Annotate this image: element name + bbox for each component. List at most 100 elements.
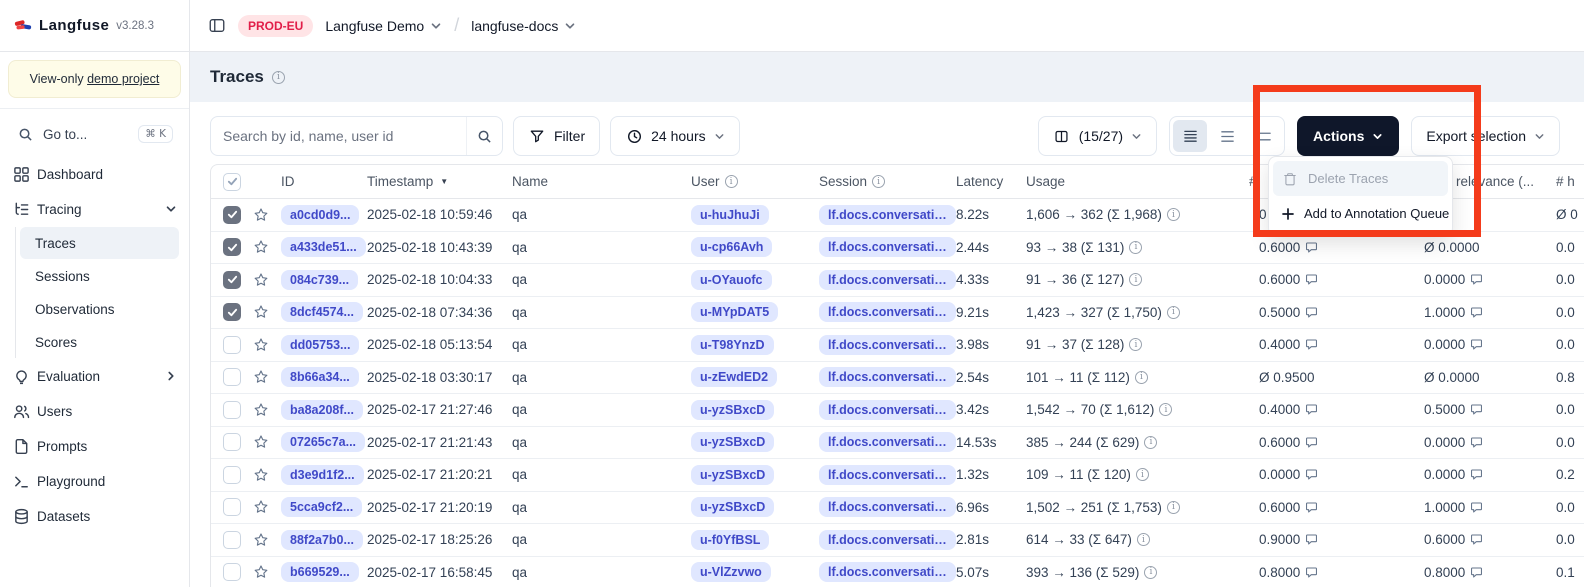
table-row[interactable]: 5cca9cf2...2025-02-17 21:20:19qau-yzSBxc… <box>211 492 1584 525</box>
star-icon[interactable] <box>253 239 269 255</box>
user-badge[interactable]: u-yzSBxcD <box>691 400 774 420</box>
star-icon[interactable] <box>253 467 269 483</box>
row-checkbox[interactable] <box>223 498 241 516</box>
star-icon[interactable] <box>253 207 269 223</box>
sidebar-item-traces[interactable]: Traces <box>20 227 179 259</box>
search-submit-icon[interactable] <box>466 117 502 155</box>
trace-id-badge[interactable]: 07265c7a... <box>281 432 365 452</box>
sidebar-item-sessions[interactable]: Sessions <box>20 260 179 292</box>
session-badge[interactable]: lf.docs.conversation... <box>819 302 956 322</box>
table-row[interactable]: 07265c7a...2025-02-17 21:21:43qau-yzSBxc… <box>211 427 1584 460</box>
star-icon[interactable] <box>253 369 269 385</box>
trace-id-badge[interactable]: b669529... <box>281 562 359 582</box>
trace-id-badge[interactable]: dd05753... <box>281 335 359 355</box>
user-badge[interactable]: u-yzSBxcD <box>691 432 774 452</box>
table-row[interactable]: d3e9d1f2...2025-02-17 21:20:21qau-yzSBxc… <box>211 459 1584 492</box>
column-header-id[interactable]: ID <box>281 174 367 189</box>
row-checkbox[interactable] <box>223 206 241 224</box>
row-checkbox[interactable] <box>223 466 241 484</box>
star-icon[interactable] <box>253 304 269 320</box>
table-row[interactable]: 8b66a34...2025-02-18 03:30:17qau-zEwdED2… <box>211 362 1584 395</box>
row-checkbox[interactable] <box>223 433 241 451</box>
row-height-small-button[interactable] <box>1173 120 1207 152</box>
row-checkbox[interactable] <box>223 238 241 256</box>
sidebar-item-evaluation[interactable]: Evaluation <box>10 359 179 393</box>
session-badge[interactable]: lf.docs.conversation... <box>819 335 956 355</box>
column-header-session[interactable]: Session i <box>819 174 956 189</box>
sidebar-item-scores[interactable]: Scores <box>20 326 179 358</box>
user-badge[interactable]: u-f0YfBSL <box>691 530 769 550</box>
session-badge[interactable]: lf.docs.conversation... <box>819 237 956 257</box>
column-header-score3[interactable]: # h <box>1550 174 1584 189</box>
select-all-checkbox[interactable] <box>223 173 241 191</box>
star-icon[interactable] <box>253 337 269 353</box>
user-badge[interactable]: u-MYpDAT5 <box>691 302 778 322</box>
column-header-timestamp[interactable]: Timestamp ▼ <box>367 174 512 189</box>
trace-id-badge[interactable]: 8dcf4574... <box>281 302 363 322</box>
sidebar-toggle-icon[interactable] <box>208 16 226 35</box>
table-row[interactable]: b669529...2025-02-17 16:58:45qau-VlZzvwo… <box>211 557 1584 587</box>
trace-id-badge[interactable]: 5cca9cf2... <box>281 497 362 517</box>
table-row[interactable]: ba8a208f...2025-02-17 21:27:46qau-yzSBxc… <box>211 394 1584 427</box>
filter-button[interactable]: Filter <box>513 116 600 156</box>
menu-item-delete-traces[interactable]: Delete Traces <box>1273 161 1448 196</box>
trace-id-badge[interactable]: ba8a208f... <box>281 400 363 420</box>
search-input[interactable] <box>211 128 466 144</box>
sidebar-item-playground[interactable]: Playground <box>10 464 179 498</box>
user-badge[interactable]: u-yzSBxcD <box>691 465 774 485</box>
breadcrumb-project[interactable]: langfuse-docs <box>471 18 576 34</box>
row-checkbox[interactable] <box>223 368 241 386</box>
sidebar-item-prompts[interactable]: Prompts <box>10 429 179 463</box>
star-icon[interactable] <box>253 402 269 418</box>
session-badge[interactable]: lf.docs.conversation... <box>819 465 956 485</box>
trace-id-badge[interactable]: a0cd0d9... <box>281 205 359 225</box>
star-icon[interactable] <box>253 532 269 548</box>
column-header-latency[interactable]: Latency <box>956 174 1026 189</box>
session-badge[interactable]: lf.docs.conversation... <box>819 367 956 387</box>
sidebar-item-dashboard[interactable]: Dashboard <box>10 157 179 191</box>
goto-search[interactable]: Go to... ⌘ K <box>10 119 179 149</box>
column-header-user[interactable]: User i <box>691 174 819 189</box>
row-checkbox[interactable] <box>223 531 241 549</box>
session-badge[interactable]: lf.docs.conversation... <box>819 270 956 290</box>
sidebar-item-tracing[interactable]: Tracing <box>10 192 179 226</box>
user-badge[interactable]: u-OYauofc <box>691 270 772 290</box>
row-checkbox[interactable] <box>223 336 241 354</box>
user-badge[interactable]: u-VlZzvwo <box>691 562 771 582</box>
user-badge[interactable]: u-yzSBxcD <box>691 497 774 517</box>
actions-button[interactable]: Actions <box>1297 116 1399 156</box>
table-row[interactable]: 88f2a7b0...2025-02-17 18:25:26qau-f0YfBS… <box>211 524 1584 557</box>
trace-id-badge[interactable]: a433de51... <box>281 237 366 257</box>
table-row[interactable]: dd05753...2025-02-18 05:13:54qau-T98YnzD… <box>211 329 1584 362</box>
sidebar-item-observations[interactable]: Observations <box>20 293 179 325</box>
user-badge[interactable]: u-T98YnzD <box>691 335 774 355</box>
column-header-name[interactable]: Name <box>512 174 691 189</box>
user-badge[interactable]: u-zEwdED2 <box>691 367 777 387</box>
column-visibility-button[interactable]: (15/27) <box>1038 116 1157 156</box>
session-badge[interactable]: lf.docs.conversation... <box>819 497 956 517</box>
row-checkbox[interactable] <box>223 271 241 289</box>
column-header-usage[interactable]: Usage <box>1026 174 1247 189</box>
menu-item-add-to-annotation-queue[interactable]: Add to Annotation Queue <box>1273 196 1448 231</box>
trace-id-badge[interactable]: 88f2a7b0... <box>281 530 363 550</box>
row-checkbox[interactable] <box>223 563 241 581</box>
table-row[interactable]: a433de51...2025-02-18 10:43:39qau-cp66Av… <box>211 232 1584 265</box>
session-badge[interactable]: lf.docs.conversation... <box>819 530 956 550</box>
session-badge[interactable]: lf.docs.conversation... <box>819 432 956 452</box>
breadcrumb-org[interactable]: Langfuse Demo <box>325 18 442 34</box>
row-checkbox[interactable] <box>223 401 241 419</box>
star-icon[interactable] <box>253 564 269 580</box>
row-checkbox[interactable] <box>223 303 241 321</box>
user-badge[interactable]: u-cp66Avh <box>691 237 772 257</box>
session-badge[interactable]: lf.docs.conversation... <box>819 562 956 582</box>
trace-id-badge[interactable]: 8b66a34... <box>281 367 359 387</box>
star-icon[interactable] <box>253 499 269 515</box>
time-range-button[interactable]: 24 hours <box>610 116 739 156</box>
trace-id-badge[interactable]: 084c739... <box>281 270 358 290</box>
table-row[interactable]: 084c739...2025-02-18 10:04:33qau-OYauofc… <box>211 264 1584 297</box>
sidebar-item-datasets[interactable]: Datasets <box>10 499 179 533</box>
sidebar-item-users[interactable]: Users <box>10 394 179 428</box>
row-height-large-button[interactable] <box>1247 120 1281 152</box>
demo-project-link[interactable]: demo project <box>87 72 159 86</box>
row-height-medium-button[interactable] <box>1210 120 1244 152</box>
